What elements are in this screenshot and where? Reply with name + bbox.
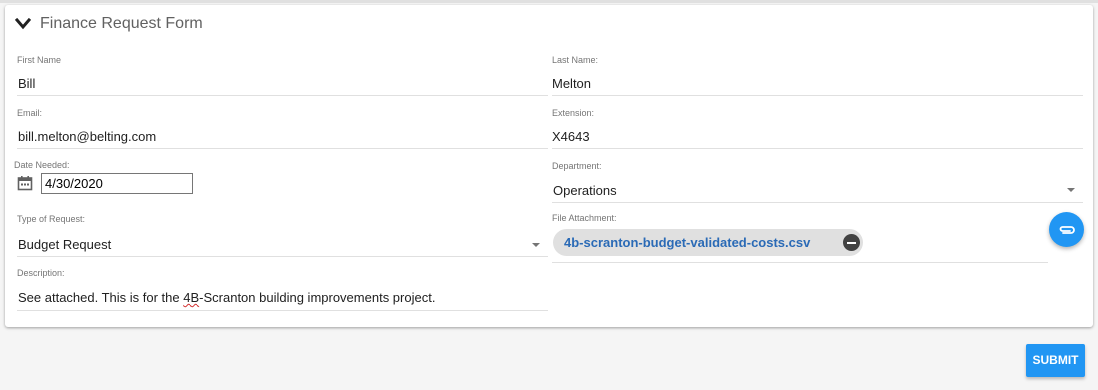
top-strip	[0, 0, 1098, 3]
first-name-input[interactable]: Bill	[18, 76, 35, 91]
department-underline	[552, 202, 1083, 203]
extension-underline	[552, 148, 1083, 149]
email-label: Email:	[17, 108, 43, 118]
description-underline	[17, 310, 548, 311]
attachment-chip[interactable]: 4b-scranton-budget-validated-costs.csv	[553, 229, 863, 256]
request-type-select[interactable]: Budget Request	[18, 237, 111, 252]
description-input[interactable]: See attached. This is for the 4B-Scranto…	[18, 290, 435, 305]
date-needed-label: Date Needed:	[14, 160, 70, 170]
card-header[interactable]: Finance Request Form	[5, 5, 1093, 43]
form-title: Finance Request Form	[40, 15, 203, 32]
first-name-label: First Name	[17, 55, 62, 65]
department-label: Department:	[552, 161, 602, 171]
description-text-end: -Scranton building improvements project.	[199, 290, 436, 305]
last-name-input[interactable]: Melton	[552, 76, 591, 91]
description-label: Description:	[17, 268, 65, 278]
dropdown-arrow-icon[interactable]	[532, 243, 540, 247]
extension-input[interactable]: X4643	[552, 129, 590, 144]
last-name-label: Last Name:	[552, 55, 599, 65]
file-attachment-label: File Attachment:	[552, 213, 617, 223]
attach-file-button[interactable]	[1049, 212, 1084, 247]
extension-label: Extension:	[552, 108, 595, 118]
department-select[interactable]: Operations	[553, 183, 617, 198]
finance-request-card: Finance Request Form First Name Bill Las…	[5, 5, 1093, 327]
email-input[interactable]: bill.melton@belting.com	[18, 129, 156, 144]
remove-circle-icon[interactable]	[843, 234, 860, 251]
request-type-label: Type of Request:	[17, 214, 86, 224]
dropdown-arrow-icon[interactable]	[1067, 188, 1075, 192]
file-attachment-underline	[552, 262, 1048, 263]
last-name-underline	[552, 95, 1083, 96]
chevron-down-icon[interactable]	[15, 18, 31, 30]
calendar-icon[interactable]	[17, 175, 33, 191]
submit-button[interactable]: SUBMIT	[1026, 344, 1085, 377]
misspelled-word[interactable]: 4B	[183, 290, 199, 305]
email-underline	[17, 148, 548, 149]
date-needed-input[interactable]: 4/30/2020	[41, 173, 193, 194]
description-text-start: See attached. This is for the	[18, 290, 184, 305]
first-name-underline	[17, 95, 548, 96]
attachment-file-name[interactable]: 4b-scranton-budget-validated-costs.csv	[564, 235, 810, 250]
paperclip-icon	[1059, 225, 1075, 234]
request-type-underline	[17, 256, 548, 257]
